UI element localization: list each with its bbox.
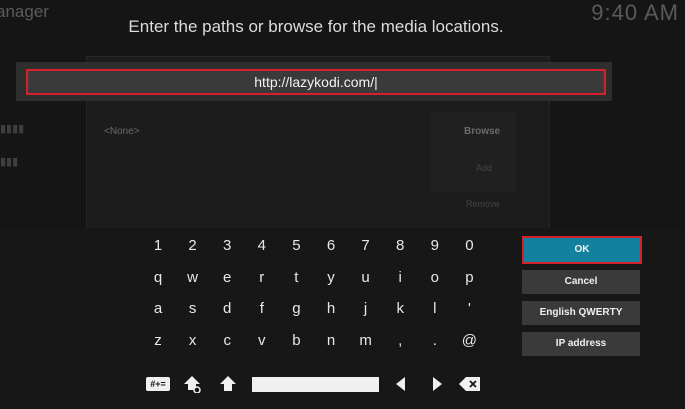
key-v[interactable]: v — [247, 327, 277, 355]
key-2[interactable]: 2 — [178, 232, 208, 260]
key-o[interactable]: o — [420, 264, 450, 292]
caps-icon — [220, 376, 236, 391]
key-a[interactable]: a — [143, 295, 173, 323]
cursor-right-key[interactable] — [428, 372, 446, 396]
ok-button[interactable]: OK — [522, 236, 642, 264]
symbols-key[interactable]: #+= — [145, 372, 171, 396]
key-n[interactable]: n — [316, 327, 346, 355]
key-5[interactable]: 5 — [281, 232, 311, 260]
background-sidebar-item: ▮▮▮ — [0, 156, 19, 168]
background-sidebar-item: ▮▮▮▮ — [0, 123, 25, 135]
shift-key[interactable] — [181, 372, 203, 396]
arrow-right-icon — [433, 377, 442, 391]
key-x[interactable]: x — [178, 327, 208, 355]
key-8[interactable]: 8 — [385, 232, 415, 260]
arrow-left-icon — [396, 377, 405, 391]
key-symbol[interactable]: ' — [454, 295, 484, 323]
ip-address-button[interactable]: IP address — [522, 332, 640, 356]
key-symbol[interactable]: , — [385, 327, 415, 355]
key-z[interactable]: z — [143, 327, 173, 355]
key-h[interactable]: h — [316, 295, 346, 323]
dialog-prompt: Enter the paths or browse for the media … — [128, 17, 504, 36]
cancel-button[interactable]: Cancel — [522, 270, 640, 294]
key-j[interactable]: j — [351, 295, 381, 323]
key-y[interactable]: y — [316, 264, 346, 292]
key-symbol[interactable]: . — [420, 327, 450, 355]
keyboard-layout-button[interactable]: English QWERTY — [522, 301, 640, 325]
key-symbol[interactable]: @ — [454, 327, 484, 355]
key-m[interactable]: m — [351, 327, 381, 355]
key-r[interactable]: r — [247, 264, 277, 292]
key-e[interactable]: e — [212, 264, 242, 292]
key-7[interactable]: 7 — [351, 232, 381, 260]
key-4[interactable]: 4 — [247, 232, 277, 260]
key-c[interactable]: c — [212, 327, 242, 355]
key-u[interactable]: u — [351, 264, 381, 292]
key-s[interactable]: s — [178, 295, 208, 323]
backspace-icon — [459, 377, 480, 391]
caps-key[interactable] — [217, 372, 239, 396]
key-3[interactable]: 3 — [212, 232, 242, 260]
background-button-panel — [430, 112, 516, 192]
key-1[interactable]: 1 — [143, 232, 173, 260]
key-k[interactable]: k — [385, 295, 415, 323]
path-input[interactable]: http://lazykodi.com/| — [26, 69, 606, 95]
key-6[interactable]: 6 — [316, 232, 346, 260]
symbols-icon: #+= — [146, 377, 170, 391]
key-l[interactable]: l — [420, 295, 450, 323]
path-input-value: http://lazykodi.com/| — [254, 74, 378, 90]
key-g[interactable]: g — [281, 295, 311, 323]
background-none-label: <None> — [104, 126, 140, 137]
background-remove-label: Remove — [466, 199, 500, 209]
key-i[interactable]: i — [385, 264, 415, 292]
shift-icon — [184, 376, 201, 393]
key-f[interactable]: f — [247, 295, 277, 323]
background-add-label: Add — [476, 163, 493, 173]
cursor-left-key[interactable] — [392, 372, 410, 396]
key-b[interactable]: b — [281, 327, 311, 355]
key-d[interactable]: d — [212, 295, 242, 323]
key-t[interactable]: t — [281, 264, 311, 292]
key-w[interactable]: w — [178, 264, 208, 292]
background-browse-label: Browse — [464, 126, 501, 137]
key-0[interactable]: 0 — [454, 232, 484, 260]
space-key[interactable] — [252, 377, 379, 392]
backspace-key[interactable] — [458, 372, 482, 396]
key-q[interactable]: q — [143, 264, 173, 292]
key-9[interactable]: 9 — [420, 232, 450, 260]
key-p[interactable]: p — [454, 264, 484, 292]
